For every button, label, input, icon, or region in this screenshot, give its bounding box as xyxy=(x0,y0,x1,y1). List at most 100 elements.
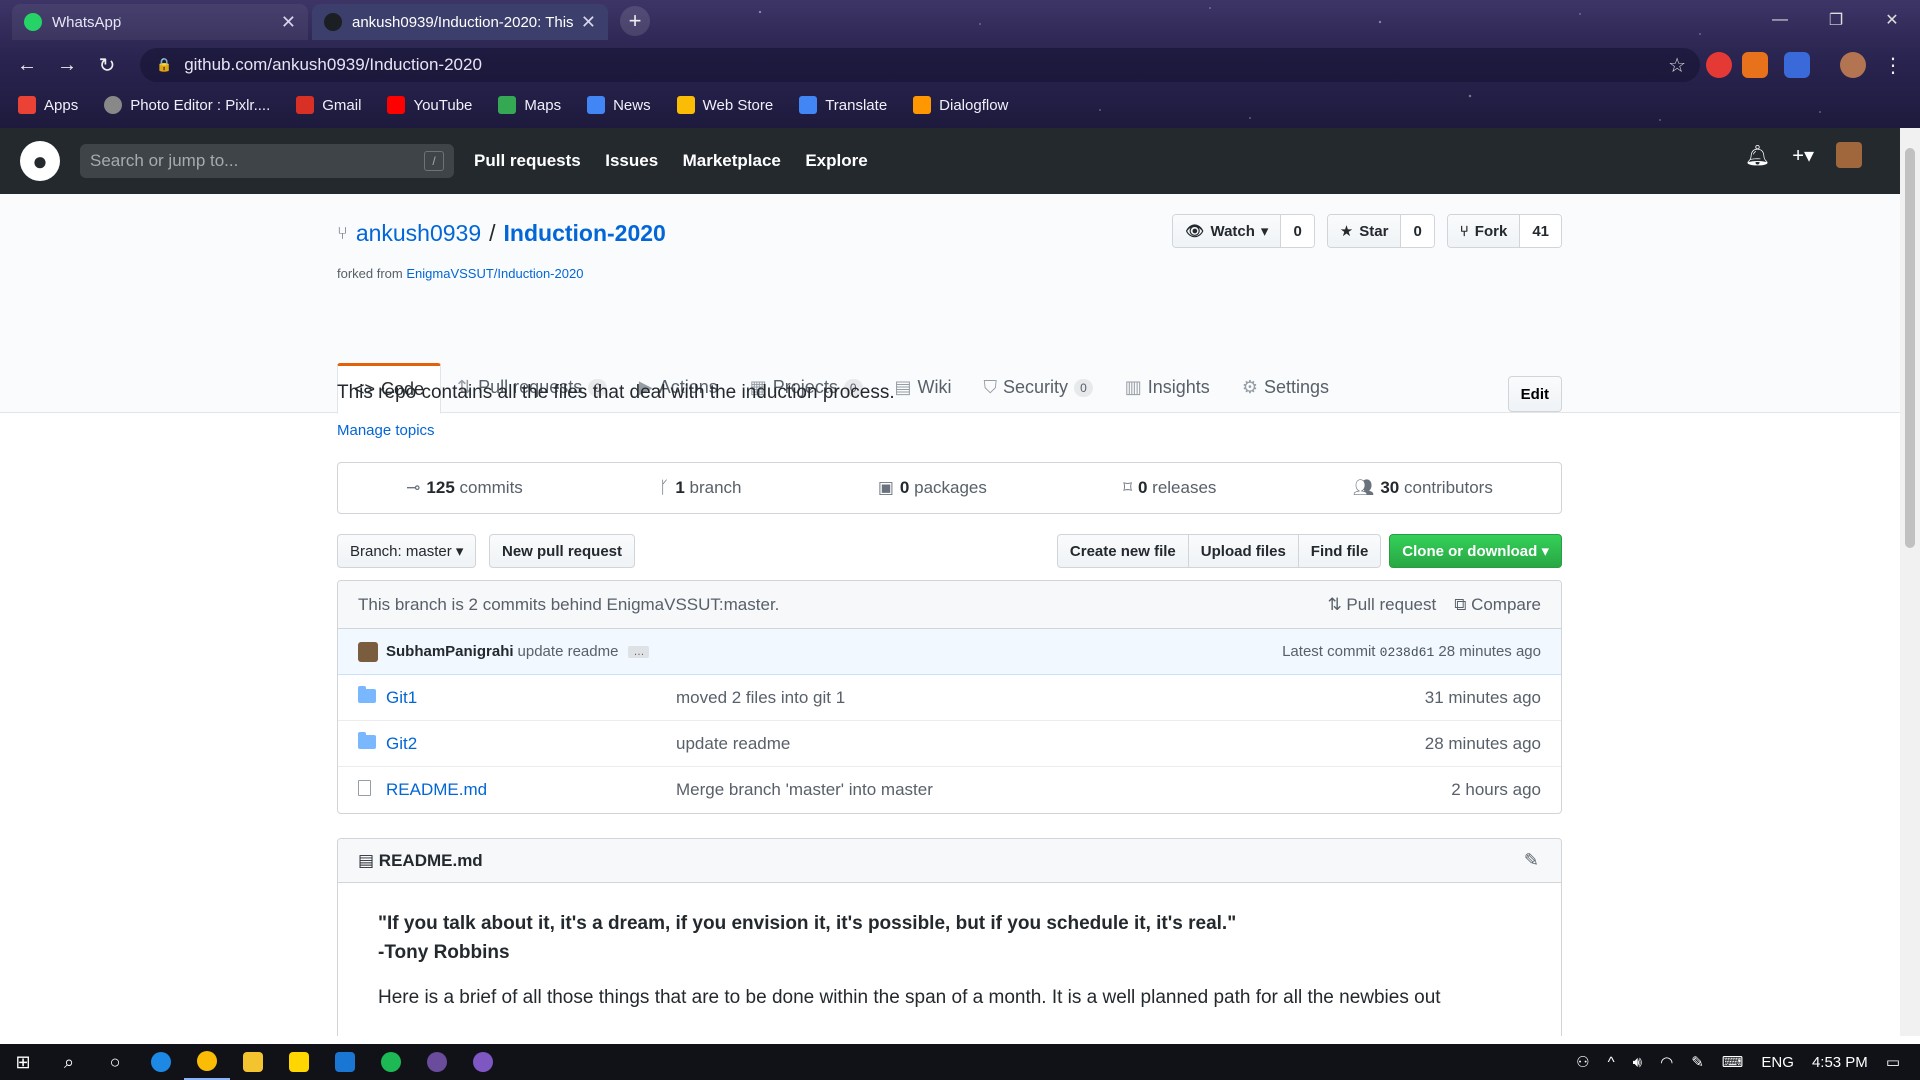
extension-icon[interactable] xyxy=(1784,52,1810,78)
search-input[interactable]: Search or jump to... / xyxy=(80,144,454,178)
nav-marketplace[interactable]: Marketplace xyxy=(683,151,781,170)
notifications-icon[interactable]: ▭ xyxy=(1886,1053,1900,1071)
app-icon[interactable] xyxy=(460,1044,506,1080)
minimize-icon[interactable]: — xyxy=(1752,0,1808,40)
close-window-icon[interactable]: ✕ xyxy=(1864,0,1920,40)
bookmark-dialogflow[interactable]: Dialogflow xyxy=(913,96,1008,114)
clone-label: Clone or download xyxy=(1402,542,1538,560)
file-name-link[interactable]: README.md xyxy=(386,780,676,800)
bell-icon[interactable]: 🔔︎ xyxy=(1745,143,1770,168)
bookmark-news[interactable]: News xyxy=(587,96,651,114)
tab-whatsapp[interactable]: WhatsApp ✕ xyxy=(12,4,308,40)
star-count[interactable]: 0 xyxy=(1400,215,1434,247)
avatar[interactable] xyxy=(1836,142,1862,168)
stat-branch[interactable]: ᚴ1 branch xyxy=(659,478,741,498)
people-icon[interactable]: ⚇ xyxy=(1576,1053,1589,1071)
branch-icon: ᚴ xyxy=(659,478,670,497)
extension-icon[interactable] xyxy=(1742,52,1768,78)
file-name-link[interactable]: Git1 xyxy=(386,688,676,708)
stat-contributors[interactable]: 👥︎ 30 contributors xyxy=(1353,478,1493,498)
menu-dots-icon[interactable]: ⋮ xyxy=(1876,48,1910,82)
tab-github[interactable]: ankush0939/Induction-2020: This ✕ xyxy=(312,4,608,40)
close-tab-icon[interactable]: ✕ xyxy=(281,12,296,33)
nav-explore[interactable]: Explore xyxy=(805,151,867,170)
star-label: Star xyxy=(1359,222,1389,240)
nav-issues[interactable]: Issues xyxy=(605,151,658,170)
watch-count[interactable]: 0 xyxy=(1280,215,1314,247)
bookmark-translate[interactable]: Translate xyxy=(799,96,887,114)
avatar[interactable] xyxy=(358,641,378,662)
fork-button[interactable]: ⑂ Fork xyxy=(1447,215,1520,247)
edge-icon[interactable] xyxy=(138,1044,184,1080)
file-commit-message[interactable]: moved 2 files into git 1 xyxy=(676,688,845,708)
commit-meta: Latest commit 0238d61 28 minutes ago xyxy=(1282,643,1541,660)
sticky-notes-icon[interactable] xyxy=(276,1044,322,1080)
star-button[interactable]: ★ Star xyxy=(1327,215,1401,247)
fork-label: Fork xyxy=(1474,222,1508,240)
file-explorer-icon[interactable] xyxy=(230,1044,276,1080)
stat-commits[interactable]: ⊸ 125 commits xyxy=(406,478,523,498)
bookmark-youtube[interactable]: YouTube xyxy=(387,96,472,114)
restore-icon[interactable]: ❐ xyxy=(1808,0,1864,40)
new-tab-button[interactable]: + xyxy=(620,6,650,36)
fork-count[interactable]: 41 xyxy=(1519,215,1561,247)
scrollbar-thumb[interactable] xyxy=(1905,148,1915,548)
page-scrollbar[interactable] xyxy=(1900,128,1920,1036)
edit-description-button[interactable]: Edit xyxy=(1507,376,1562,412)
file-commit-message[interactable]: Merge branch 'master' into master xyxy=(676,780,933,800)
reload-icon[interactable]: ↻ xyxy=(90,48,124,82)
clock[interactable]: 4:53 PM xyxy=(1812,1054,1868,1071)
profile-avatar[interactable] xyxy=(1840,52,1866,78)
plus-dropdown-icon[interactable]: +▾ xyxy=(1792,143,1814,168)
new-pull-request-button[interactable]: New pull request xyxy=(489,534,636,568)
pull-request-link[interactable]: ⇅ Pull request xyxy=(1327,595,1436,615)
watch-button[interactable]: 👁︎ Watch ▾ xyxy=(1173,215,1281,247)
mail-icon[interactable] xyxy=(322,1044,368,1080)
compare-link[interactable]: ⧉ Compare xyxy=(1454,595,1541,615)
spotify-icon[interactable] xyxy=(368,1044,414,1080)
readme-intro: Here is a brief of all those things that… xyxy=(378,987,1441,1008)
forward-icon[interactable]: → xyxy=(50,48,84,82)
chevron-up-icon[interactable]: ^ xyxy=(1608,1054,1615,1071)
bookmark-star-icon[interactable]: ☆ xyxy=(1668,53,1686,78)
back-icon[interactable]: ← xyxy=(10,48,44,82)
clone-download-button[interactable]: Clone or download ▾ xyxy=(1389,534,1562,568)
close-tab-icon[interactable]: ✕ xyxy=(581,12,596,33)
search-icon[interactable]: ⌕ xyxy=(46,1044,92,1080)
find-file-button[interactable]: Find file xyxy=(1297,534,1382,568)
language-indicator[interactable]: ENG xyxy=(1761,1054,1794,1071)
extension-icon[interactable] xyxy=(1706,52,1732,78)
expand-commit-button[interactable]: … xyxy=(628,645,650,658)
address-bar[interactable]: 🔒 github.com/ankush0939/Induction-2020 ☆ xyxy=(140,48,1700,82)
commit-sha[interactable]: 0238d61 xyxy=(1380,645,1435,660)
fork-icon: ⑂ xyxy=(1459,222,1469,240)
commit-message[interactable]: update readme xyxy=(518,643,619,660)
bookmark-webstore[interactable]: Web Store xyxy=(676,96,773,114)
bookmark-gmail[interactable]: Gmail xyxy=(296,96,361,114)
bookmark-maps[interactable]: Maps xyxy=(498,96,561,114)
manage-topics-link[interactable]: Manage topics xyxy=(337,422,1562,439)
create-file-button[interactable]: Create new file xyxy=(1056,534,1189,568)
commit-author[interactable]: SubhamPanigrahi xyxy=(386,643,514,660)
pen-icon[interactable]: ✎ xyxy=(1691,1053,1704,1071)
slack-icon[interactable] xyxy=(414,1044,460,1080)
bookmark-apps[interactable]: Apps xyxy=(18,96,78,114)
pagehead-actions-wrap: 👁︎ Watch ▾ 0 ★ Star 0 ⑂ Fork 41 xyxy=(337,194,1562,274)
windows-start-icon[interactable]: ⊞ xyxy=(0,1044,46,1080)
file-commit-message[interactable]: update readme xyxy=(676,734,790,754)
url-text: github.com/ankush0939/Induction-2020 xyxy=(184,55,482,74)
pencil-icon[interactable]: ✎ xyxy=(1524,850,1539,871)
github-logo-icon[interactable]: ● xyxy=(20,141,60,181)
volume-icon[interactable]: 🔊︎ xyxy=(1633,1054,1642,1071)
keyboard-icon[interactable]: ⌨ xyxy=(1722,1053,1744,1071)
cortana-icon[interactable]: ○ xyxy=(92,1044,138,1080)
nav-pull-requests[interactable]: Pull requests xyxy=(474,151,581,170)
bookmark-pixlr[interactable]: Photo Editor : Pixlr.... xyxy=(104,96,270,114)
upload-files-button[interactable]: Upload files xyxy=(1187,534,1299,568)
file-name-link[interactable]: Git2 xyxy=(386,734,676,754)
stat-releases[interactable]: ⌑ 0 releases xyxy=(1123,478,1216,498)
chrome-icon[interactable] xyxy=(184,1044,230,1080)
stat-packages[interactable]: ▣ 0 packages xyxy=(878,478,987,498)
branch-select-button[interactable]: Branch: master ▾ xyxy=(337,534,477,568)
wifi-icon[interactable]: ◠ xyxy=(1660,1053,1673,1071)
